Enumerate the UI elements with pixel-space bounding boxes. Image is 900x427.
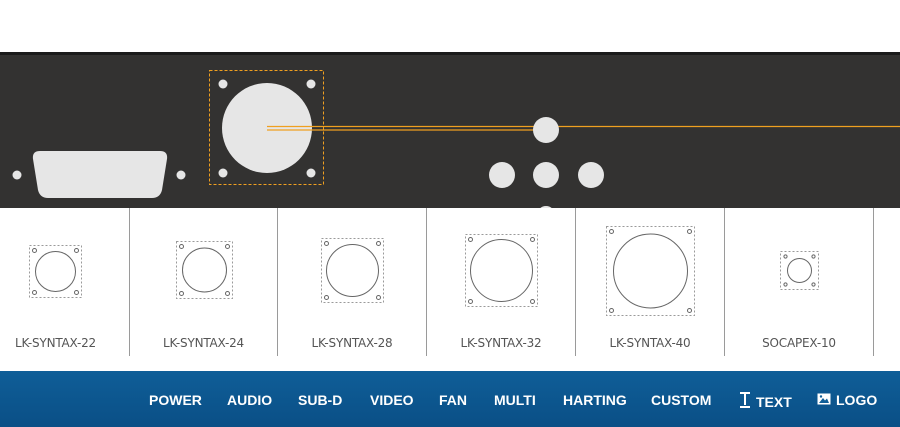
db-connector-cutout[interactable] (32, 151, 168, 198)
small-round-cutout-2[interactable] (533, 162, 559, 188)
nav-audio[interactable]: AUDIO (227, 392, 272, 408)
connector-screw-br (306, 168, 316, 178)
small-round-cutout-3[interactable] (578, 162, 604, 188)
lk-syntax-28-preview (321, 238, 384, 303)
canvas-top-margin (0, 0, 900, 52)
connector-screw-tl (218, 79, 228, 89)
connector-label: LK-SYNTAX-28 (311, 336, 393, 350)
nav-power[interactable]: POWER (149, 392, 202, 408)
db-screw-hole-right (176, 170, 186, 180)
nav-harting[interactable]: HARTING (563, 392, 627, 408)
nav-logo-label: LOGO (836, 392, 878, 408)
connector-option-lk-syntax-40[interactable]: LK-SYNTAX-40 (576, 208, 725, 356)
db-screw-hole-left (12, 170, 22, 180)
connector-label: LK-SYNTAX-24 (163, 336, 244, 350)
small-round-cutout-1[interactable] (489, 162, 515, 188)
nav-logo[interactable]: LOGO (817, 392, 877, 408)
nav-sub-d[interactable]: SUB-D (298, 392, 342, 408)
nav-custom[interactable]: CUSTOM (651, 392, 711, 408)
connector-label: SOCAPEX-10 (762, 336, 836, 350)
text-cursor-icon (739, 392, 751, 411)
nav-multi[interactable]: MULTI (494, 392, 536, 408)
panel-drawing (12, 70, 900, 208)
selected-round-connector[interactable] (222, 83, 312, 173)
socapex-10-preview (780, 251, 819, 290)
connector-screw-bl (218, 168, 228, 178)
image-icon (817, 392, 831, 408)
connector-screw-tr (306, 79, 316, 89)
nav-fan[interactable]: FAN (439, 392, 467, 408)
small-round-cutout-top[interactable] (533, 117, 559, 143)
connector-label: LK-SYNTAX-22 (15, 336, 96, 350)
connector-option-socapex-10[interactable]: SOCAPEX-10 (725, 208, 874, 356)
lk-syntax-32-preview (465, 234, 538, 307)
nav-text[interactable]: TEXT (739, 392, 792, 411)
lk-syntax-22-preview (29, 245, 82, 298)
lk-syntax-24-preview (176, 241, 233, 299)
connector-label: LK-SYNTAX-32 (460, 336, 542, 350)
nav-text-label: TEXT (756, 393, 792, 410)
connector-option-lk-syntax-22[interactable]: LK-SYNTAX-22 (0, 208, 130, 356)
connector-label: LK-SYNTAX-40 (609, 336, 691, 350)
nav-video[interactable]: VIDEO (370, 392, 414, 408)
rack-panel[interactable] (0, 52, 900, 208)
connector-tray: LK-SYNTAX-22 LK-SYNTAX-24 LK-SYNTAX-28 L… (0, 208, 900, 371)
connector-option-lk-syntax-24[interactable]: LK-SYNTAX-24 (130, 208, 278, 356)
lk-syntax-40-preview (606, 226, 695, 316)
connector-option-lk-syntax-28[interactable]: LK-SYNTAX-28 (278, 208, 427, 356)
connector-option-lk-syntax-32[interactable]: LK-SYNTAX-32 (427, 208, 576, 356)
category-navbar: POWER AUDIO SUB-D VIDEO FAN MULTI HARTIN… (0, 371, 900, 427)
